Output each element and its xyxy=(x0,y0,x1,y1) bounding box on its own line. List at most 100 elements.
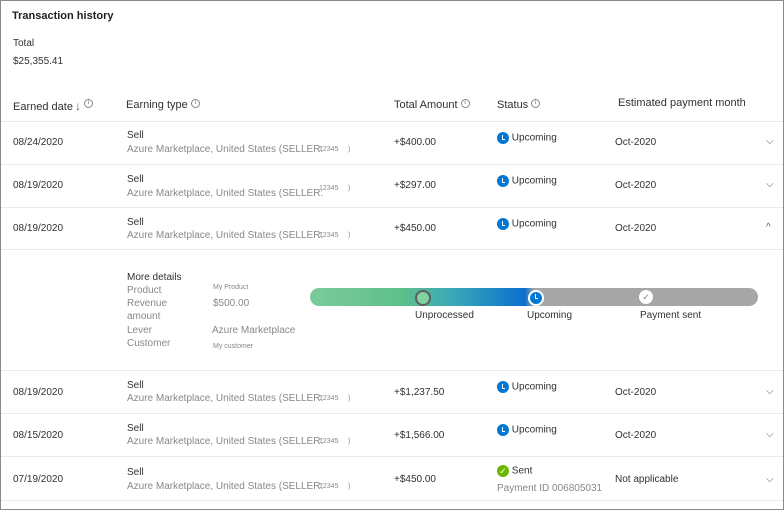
total-value: $25,355.41 xyxy=(13,56,64,67)
status-text: Upcoming xyxy=(511,218,557,230)
divider xyxy=(1,500,783,501)
column-header-estimated-payment-month[interactable]: Estimated payment month xyxy=(618,97,746,109)
sort-down-icon[interactable]: ↓ xyxy=(75,99,81,113)
seller-code-suffix: ) xyxy=(348,395,351,402)
earned-date: 08/15/2020 xyxy=(13,430,64,441)
info-icon[interactable]: i xyxy=(190,99,200,108)
stage-label-upcoming: Upcoming xyxy=(527,310,573,321)
info-icon[interactable]: i xyxy=(83,99,93,108)
earned-date: 08/24/2020 xyxy=(13,137,64,148)
earning-detail: Azure Marketplace, United States (SELLER… xyxy=(127,436,324,447)
payment-month: Oct-2020 xyxy=(615,223,657,234)
seller-code: 12345 xyxy=(319,483,339,490)
earning-type: Sell xyxy=(127,423,144,434)
column-header-earning-type[interactable]: Earning type i xyxy=(126,99,200,111)
earning-detail: Azure Marketplace, United States (SELLER… xyxy=(127,481,324,492)
seller-code-suffix: ) xyxy=(348,232,351,239)
total-amount: +$400.00 xyxy=(394,137,436,148)
divider xyxy=(1,413,783,414)
column-header-label: Status xyxy=(497,99,529,111)
clock-icon xyxy=(497,175,509,187)
earned-date: 08/19/2020 xyxy=(13,180,64,191)
seller-code: 12345 xyxy=(319,438,339,445)
divider xyxy=(1,121,783,122)
chevron-down-icon[interactable]: ⌵ xyxy=(766,474,774,485)
status-text: Upcoming xyxy=(511,132,557,144)
payment-month: Not applicable xyxy=(615,474,679,485)
stage-node-unprocessed xyxy=(415,290,431,306)
seller-code-suffix: ) xyxy=(348,185,351,192)
stage-label-payment-sent: Payment sent xyxy=(640,310,702,321)
info-icon[interactable]: i xyxy=(460,99,470,108)
payment-month: Oct-2020 xyxy=(615,180,657,191)
checkmark-icon: ✓ xyxy=(639,290,653,304)
earning-type: Sell xyxy=(127,174,144,185)
earning-detail: Azure Marketplace, United States (SELLER… xyxy=(127,230,324,241)
lever-label: Lever xyxy=(127,325,153,336)
customer-label: Customer xyxy=(127,338,171,349)
status-cell: Upcoming xyxy=(497,218,557,230)
product-value: My Product xyxy=(213,284,249,291)
earned-date: 08/19/2020 xyxy=(13,223,64,234)
seller-code-suffix: ) xyxy=(348,438,351,445)
column-header-total-amount[interactable]: Total Amount i xyxy=(394,99,470,111)
clock-icon xyxy=(497,381,509,393)
revenue-label: Revenue xyxy=(127,298,168,309)
status-cell: ✓ Sent xyxy=(497,465,532,477)
status-text: Upcoming xyxy=(511,424,557,436)
customer-value: My customer xyxy=(213,343,254,350)
column-header-label: Earned date xyxy=(13,101,73,113)
chevron-down-icon[interactable]: ⌵ xyxy=(766,429,774,440)
clock-icon xyxy=(497,132,509,144)
payment-month: Oct-2020 xyxy=(615,430,657,441)
seller-code-suffix: ) xyxy=(348,146,351,153)
column-header-label: Earning type xyxy=(126,99,188,111)
earning-type: Sell xyxy=(127,467,144,478)
seller-code: 12345 xyxy=(319,232,339,239)
total-amount: +$297.00 xyxy=(394,180,436,191)
earning-detail: Azure Marketplace, United States (SELLER… xyxy=(127,393,324,404)
status-cell: Upcoming xyxy=(497,424,557,436)
earning-detail: Azure Marketplace, United States (SELLER… xyxy=(127,188,324,199)
revenue-value: $500.00 xyxy=(213,298,250,309)
info-icon[interactable]: i xyxy=(531,99,541,108)
status-text: Sent xyxy=(511,465,533,477)
status-text: Upcoming xyxy=(511,175,557,187)
status-cell: Upcoming xyxy=(497,175,557,187)
divider xyxy=(1,370,783,371)
seller-code-suffix: ) xyxy=(348,483,351,490)
earned-date: 07/19/2020 xyxy=(13,474,64,485)
chevron-down-icon[interactable]: ⌵ xyxy=(766,386,774,397)
column-header-label: Estimated payment month xyxy=(618,97,746,109)
earning-detail: Azure Marketplace, United States (SELLER… xyxy=(127,144,324,155)
total-amount: +$450.00 xyxy=(394,223,436,234)
chevron-down-icon[interactable]: ⌵ xyxy=(766,136,774,147)
column-header-earned-date[interactable]: Earned date ↓ i xyxy=(13,99,93,113)
product-label: Product xyxy=(127,285,162,296)
status-cell: Upcoming xyxy=(497,381,557,393)
status-cell: Upcoming xyxy=(497,132,557,144)
clock-icon xyxy=(528,290,544,306)
transaction-history-panel xyxy=(0,0,784,510)
chevron-up-icon[interactable]: ^ xyxy=(766,222,771,233)
revenue-label-cont: amount xyxy=(127,311,161,322)
total-amount: +$1,566.00 xyxy=(394,430,445,441)
stage-label-unprocessed: Unprocessed xyxy=(415,310,474,321)
payment-month: Oct-2020 xyxy=(615,137,657,148)
column-header-label: Total Amount xyxy=(394,99,458,111)
divider xyxy=(1,164,783,165)
details-heading: More details xyxy=(127,272,182,283)
total-amount: +$450.00 xyxy=(394,474,436,485)
earning-type: Sell xyxy=(127,217,144,228)
seller-code: 12345 xyxy=(319,395,339,402)
clock-icon xyxy=(497,424,509,436)
seller-code: 12345 xyxy=(319,146,339,153)
earning-type: Sell xyxy=(127,380,144,391)
payment-id: Payment ID 006805031 xyxy=(497,483,603,494)
total-amount: +$1,237.50 xyxy=(394,387,445,398)
chevron-down-icon[interactable]: ⌵ xyxy=(766,179,774,190)
column-header-status[interactable]: Status i xyxy=(497,99,541,111)
earning-type: Sell xyxy=(127,130,144,141)
lever-value: Azure Marketplace xyxy=(212,325,296,336)
checkmark-icon: ✓ xyxy=(497,465,509,477)
